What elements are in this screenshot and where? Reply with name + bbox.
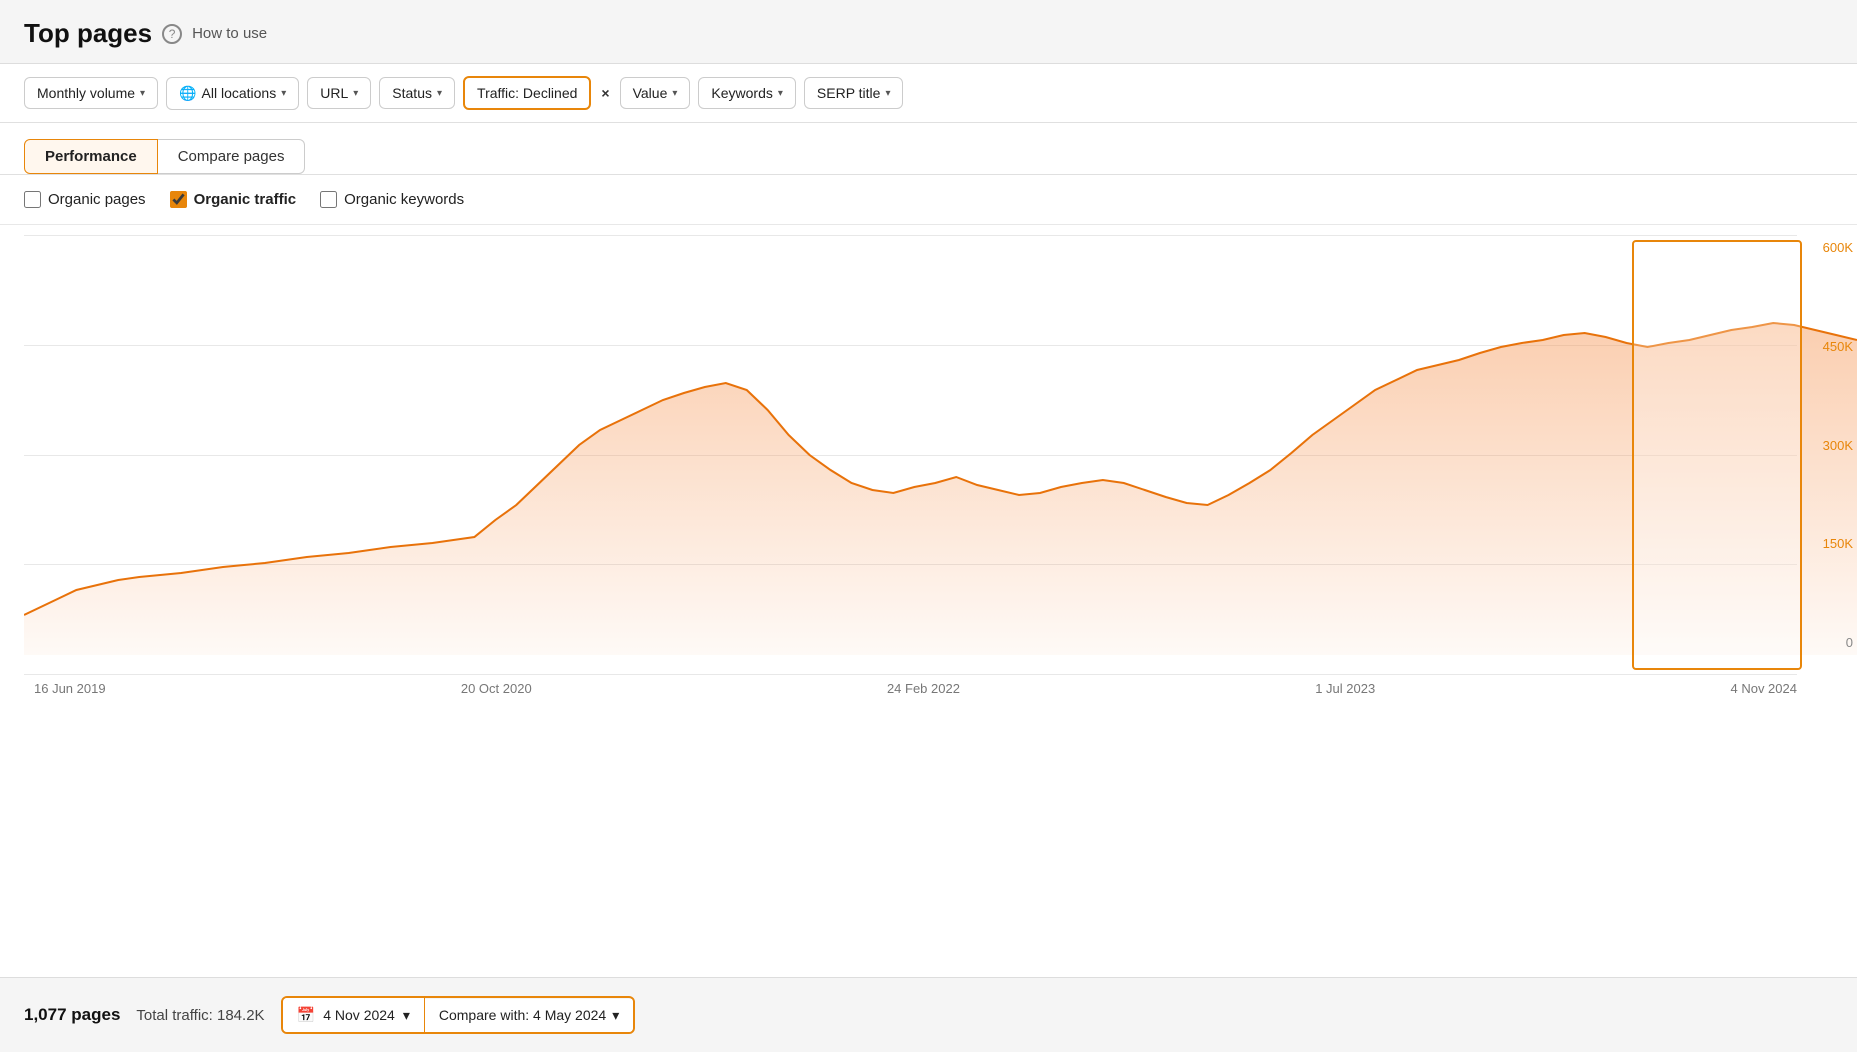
how-to-use-link[interactable]: How to use — [192, 25, 267, 42]
chevron-down-icon: ▾ — [403, 1007, 410, 1024]
total-traffic: Total traffic: 184.2K — [136, 1007, 264, 1024]
chevron-down-icon: ▾ — [672, 88, 677, 99]
organic-keywords-checkbox-item[interactable]: Organic keywords — [320, 191, 464, 208]
chevron-down-icon: ▾ — [778, 88, 783, 99]
value-filter[interactable]: Value ▾ — [620, 77, 691, 109]
chevron-down-icon: ▾ — [353, 88, 358, 99]
chevron-down-icon: ▾ — [885, 88, 890, 99]
chevron-down-icon: ▾ — [140, 88, 145, 99]
chevron-down-icon: ▾ — [612, 1007, 619, 1024]
help-icon[interactable]: ? — [162, 24, 182, 44]
y-label-150k: 150K — [1806, 536, 1853, 551]
chart-container: 600K 450K 300K 150K 0 — [24, 235, 1857, 675]
tab-performance[interactable]: Performance — [24, 139, 158, 174]
x-label-2: 24 Feb 2022 — [887, 681, 960, 696]
chevron-down-icon: ▾ — [437, 88, 442, 99]
date-selector[interactable]: 📅 4 Nov 2024 ▾ — [283, 998, 425, 1032]
all-locations-filter[interactable]: 🌐 All locations ▾ — [166, 77, 299, 110]
chevron-down-icon: ▾ — [281, 88, 286, 99]
y-label-600k: 600K — [1806, 240, 1853, 255]
x-label-0: 16 Jun 2019 — [34, 681, 106, 696]
compare-selector[interactable]: Compare with: 4 May 2024 ▾ — [425, 999, 633, 1032]
chart-area-fill — [24, 323, 1857, 655]
filter-bar: Monthly volume ▾ 🌐 All locations ▾ URL ▾… — [0, 64, 1857, 123]
traffic-filter[interactable]: Traffic: Declined — [463, 76, 591, 110]
chart-svg — [24, 235, 1857, 655]
pages-count: 1,077 pages — [24, 1005, 120, 1025]
organic-traffic-label: Organic traffic — [194, 191, 297, 208]
y-label-300k: 300K — [1806, 438, 1853, 453]
grid-line — [24, 674, 1797, 675]
traffic-filter-close[interactable]: × — [599, 85, 611, 101]
tabs-row: Performance Compare pages — [24, 139, 1833, 174]
y-axis: 600K 450K 300K 150K 0 — [1802, 235, 1857, 655]
chart-area: 600K 450K 300K 150K 0 16 Jun 2019 20 Oct… — [0, 225, 1857, 977]
organic-keywords-label: Organic keywords — [344, 191, 464, 208]
organic-pages-checkbox-item[interactable]: Organic pages — [24, 191, 146, 208]
organic-keywords-checkbox[interactable] — [320, 191, 337, 208]
calendar-icon: 📅 — [297, 1006, 316, 1024]
status-filter[interactable]: Status ▾ — [379, 77, 455, 109]
y-label-450k: 450K — [1806, 339, 1853, 354]
page-wrapper: Top pages ? How to use Monthly volume ▾ … — [0, 0, 1857, 1052]
x-axis: 16 Jun 2019 20 Oct 2020 24 Feb 2022 1 Ju… — [24, 675, 1857, 696]
organic-traffic-checkbox[interactable] — [170, 191, 187, 208]
x-label-4: 4 Nov 2024 — [1730, 681, 1797, 696]
organic-pages-label: Organic pages — [48, 191, 146, 208]
y-label-0: 0 — [1806, 635, 1853, 650]
tab-compare-pages[interactable]: Compare pages — [158, 139, 306, 174]
url-filter[interactable]: URL ▾ — [307, 77, 371, 109]
header: Top pages ? How to use — [0, 0, 1857, 64]
globe-icon: 🌐 — [179, 85, 196, 102]
x-label-3: 1 Jul 2023 — [1315, 681, 1375, 696]
organic-pages-checkbox[interactable] — [24, 191, 41, 208]
monthly-volume-filter[interactable]: Monthly volume ▾ — [24, 77, 158, 109]
keywords-filter[interactable]: Keywords ▾ — [698, 77, 796, 109]
tabs-section: Performance Compare pages — [0, 123, 1857, 175]
page-title: Top pages — [24, 18, 152, 49]
date-group: 📅 4 Nov 2024 ▾ Compare with: 4 May 2024 … — [281, 996, 636, 1034]
compare-label: Compare with: 4 May 2024 — [439, 1007, 606, 1023]
checkboxes-row: Organic pages Organic traffic Organic ke… — [0, 175, 1857, 225]
x-label-1: 20 Oct 2020 — [461, 681, 532, 696]
date-label: 4 Nov 2024 — [323, 1007, 395, 1023]
serp-title-filter[interactable]: SERP title ▾ — [804, 77, 904, 109]
footer-bar: 1,077 pages Total traffic: 184.2K 📅 4 No… — [0, 977, 1857, 1052]
organic-traffic-checkbox-item[interactable]: Organic traffic — [170, 191, 297, 208]
